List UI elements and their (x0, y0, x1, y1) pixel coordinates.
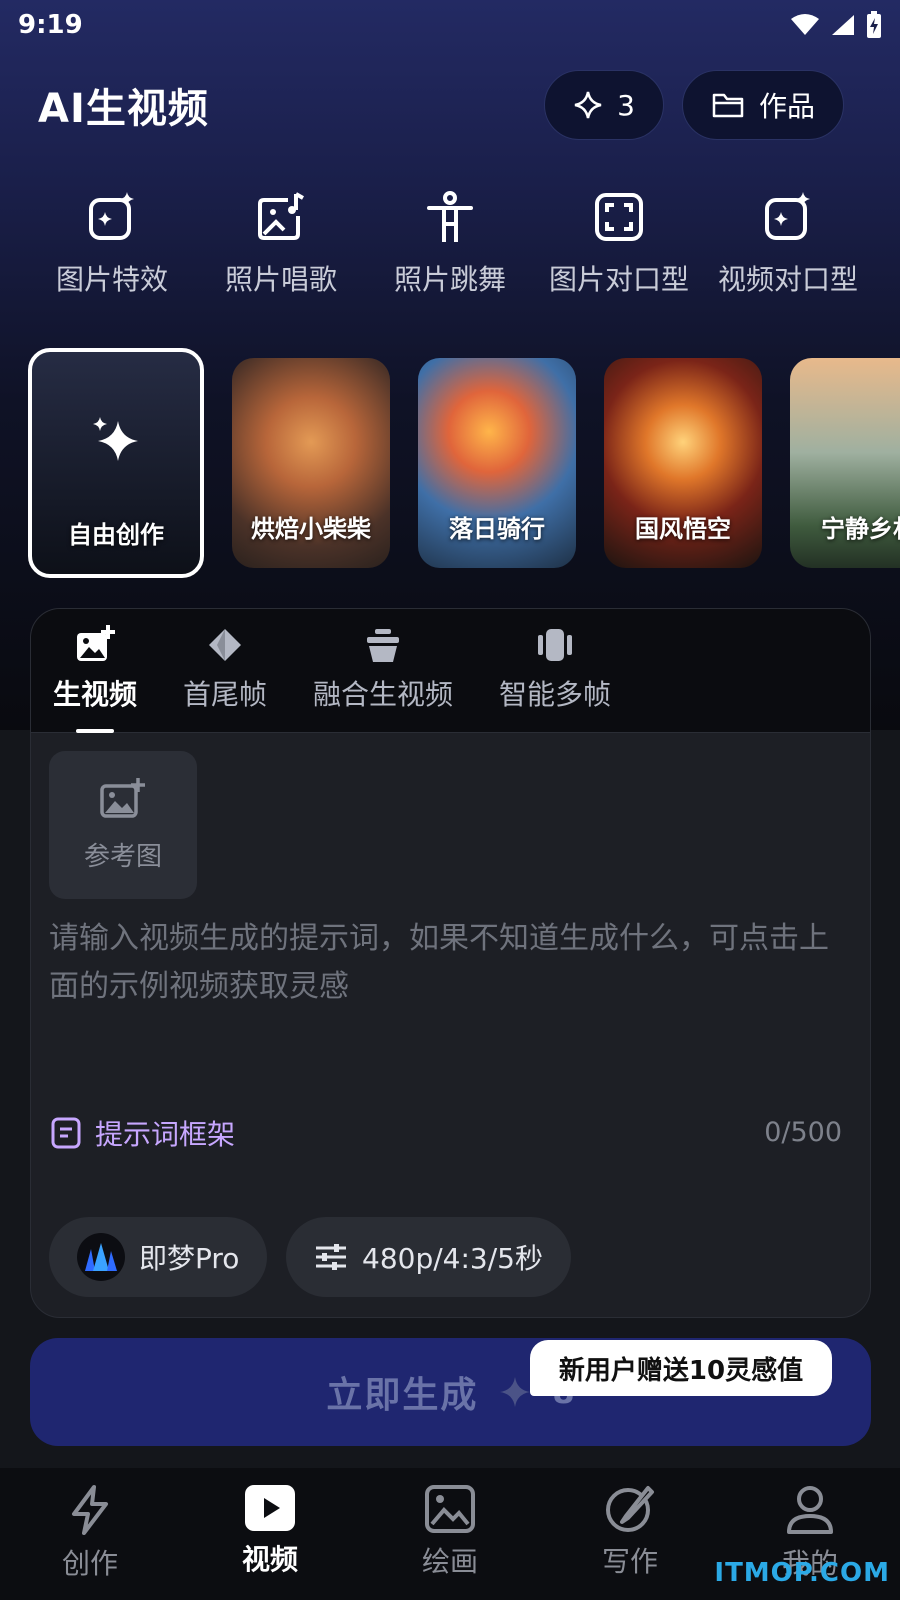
creation-panel: 生视频 首尾帧 融合生视频 智能多帧 参考图 提示词框架 0/500 即梦Pro… (30, 608, 871, 1318)
char-count: 0/500 (764, 1117, 842, 1148)
user-icon (787, 1486, 833, 1534)
sample-free-create[interactable]: 自由创作 (28, 348, 204, 578)
wifi-icon (791, 14, 819, 35)
sample-sunset-ride[interactable]: 落日骑行 (418, 358, 576, 568)
sample-label: 国风悟空 (635, 515, 731, 543)
sample-quiet-village[interactable]: 宁静乡村 (790, 358, 900, 568)
tab-first-last-frame[interactable]: 首尾帧 (183, 609, 267, 733)
folder-icon (712, 93, 744, 118)
nav-create[interactable]: 创作 (0, 1468, 180, 1600)
credits-button[interactable]: 3 (544, 70, 664, 140)
works-button[interactable]: 作品 (681, 70, 844, 140)
prompt-framework-button[interactable]: 提示词框架 (51, 1113, 235, 1153)
sparkle-icon (500, 1377, 531, 1407)
nav-label: 写作 (601, 1545, 658, 1578)
sparkle-icon (93, 417, 138, 461)
tool-shortcuts: 图片特效 照片唱歌 照片跳舞 图片对口型 视频对口型 (28, 190, 872, 310)
tool-photo-dance[interactable]: 照片跳舞 (366, 190, 534, 310)
nav-paint[interactable]: 绘画 (360, 1468, 540, 1600)
diamond-icon (209, 629, 242, 661)
tool-label: 图片特效 (55, 263, 168, 296)
status-time: 9:19 (18, 10, 83, 40)
tab-fusion-video[interactable]: 融合生视频 (313, 609, 453, 733)
tool-photo-singing[interactable]: 照片唱歌 (197, 190, 365, 310)
nav-write[interactable]: 写作 (540, 1468, 720, 1600)
sparkle-icon (574, 91, 602, 119)
sample-label: 宁静乡村 (821, 515, 900, 543)
model-logo-icon (77, 1233, 125, 1281)
dancer-icon (427, 191, 473, 242)
tool-label: 照片唱歌 (224, 263, 337, 296)
settings-label: 480p/4:3/5秒 (362, 1242, 543, 1275)
pen-icon (606, 1486, 654, 1532)
nav-label: 绘画 (421, 1545, 478, 1578)
play-icon (245, 1485, 295, 1531)
mode-tabs: 生视频 首尾帧 融合生视频 智能多帧 (31, 609, 870, 733)
tab-image-to-video[interactable]: 生视频 (53, 609, 137, 733)
music-photo-icon (258, 192, 304, 240)
tab-label: 融合生视频 (313, 678, 454, 711)
frame-icon (595, 193, 643, 241)
reference-label: 参考图 (83, 841, 162, 872)
signal-icon (832, 15, 854, 35)
page-title: AI生视频 (38, 86, 209, 132)
generate-label: 立即生成 (326, 1375, 479, 1416)
reference-image-upload[interactable]: 参考图 (49, 751, 197, 899)
video-settings-selector[interactable]: 480p/4:3/5秒 (286, 1217, 571, 1297)
tool-label: 照片跳舞 (393, 263, 506, 296)
tool-label: 图片对口型 (548, 263, 689, 296)
model-label: 即梦Pro (139, 1242, 240, 1275)
watermark: ITMOP.COM (714, 1558, 890, 1588)
sample-label: 自由创作 (68, 521, 164, 549)
nav-label: 视频 (241, 1543, 298, 1576)
image-icon (425, 1485, 475, 1533)
prompt-input[interactable] (49, 915, 839, 1075)
credits-count: 3 (617, 88, 635, 122)
sparkle-video-icon (765, 192, 810, 240)
status-bar: 9:19 (0, 0, 900, 50)
tool-video-lipsync[interactable]: 视频对口型 (704, 190, 872, 310)
sample-label: 烘焙小柴柴 (251, 515, 371, 543)
image-add-icon (77, 625, 115, 661)
cup-icon (367, 629, 400, 662)
sample-baking-shiba[interactable]: 烘焙小柴柴 (232, 358, 390, 568)
lightning-icon (72, 1485, 108, 1535)
tool-label: 视频对口型 (717, 263, 858, 296)
tab-label: 首尾帧 (183, 678, 268, 711)
new-user-promo-badge: 新用户赠送10灵感值 (530, 1340, 832, 1396)
sample-carousel[interactable]: 自由创作 烘焙小柴柴 落日骑行 国风悟空 宁静乡村 (28, 348, 900, 578)
sliders-icon (316, 1244, 346, 1270)
sample-label: 落日骑行 (449, 515, 545, 543)
tool-image-lipsync[interactable]: 图片对口型 (535, 190, 703, 310)
header-actions: 3 作品 (544, 70, 844, 140)
tool-image-effects[interactable]: 图片特效 (28, 190, 196, 310)
document-icon (51, 1117, 81, 1149)
nav-video[interactable]: 视频 (180, 1468, 360, 1600)
multiframe-icon (538, 629, 573, 661)
tab-label: 智能多帧 (499, 678, 612, 711)
framework-label: 提示词框架 (95, 1118, 236, 1151)
model-selector[interactable]: 即梦Pro (49, 1217, 268, 1297)
status-icons (790, 11, 882, 39)
nav-label: 创作 (61, 1547, 118, 1580)
battery-icon (867, 11, 881, 38)
tab-label: 生视频 (53, 678, 138, 711)
tab-smart-multiframe[interactable]: 智能多帧 (499, 609, 611, 733)
sparkle-image-icon (89, 192, 134, 240)
image-add-icon (100, 777, 145, 818)
header: AI生视频 3 作品 (38, 70, 844, 140)
sample-wukong[interactable]: 国风悟空 (604, 358, 762, 568)
works-label: 作品 (758, 90, 815, 123)
